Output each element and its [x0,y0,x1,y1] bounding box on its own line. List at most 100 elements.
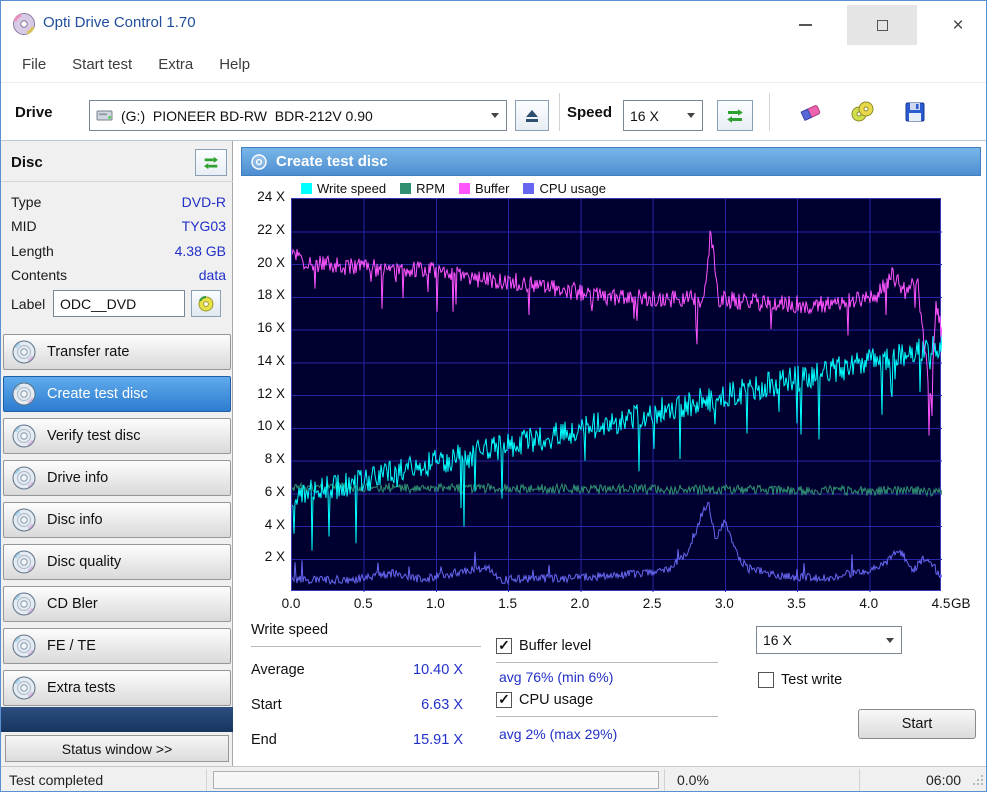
eject-icon [523,107,541,125]
y-tick-label: 12 X [233,386,285,401]
resize-grip-icon[interactable] [972,773,984,791]
sidebar-item-fe-te[interactable]: FE / TE [3,628,231,664]
status-window-button[interactable]: Status window >> [5,735,229,762]
refresh-button[interactable] [717,100,753,131]
discs-button[interactable] [841,92,885,132]
progress-bar [213,771,659,789]
sidebar-footer-band [1,707,233,732]
disc-quality-icon [11,549,37,575]
window-title: Opti Drive Control 1.70 [43,14,196,31]
cpu-stats: avg 2% (max 29%) [499,726,617,742]
y-tick-label: 22 X [233,222,285,237]
test-write-label: Test write [781,672,842,688]
disc-info-row: Length4.38 GB [1,243,233,261]
disc-info-row: MIDTYG03 [1,218,233,236]
menu-item-extra[interactable]: Extra [145,56,206,73]
toolbar: Drive (G:) PIONEER BD-RW BDR-212V 0.90 S… [1,83,986,141]
sidebar-item-drive-info[interactable]: Drive info [3,460,231,496]
label-disc-icon [197,295,215,313]
menubar: FileStart testExtraHelp [1,47,986,83]
disc-icon [250,153,268,171]
legend-label: RPM [416,181,445,196]
extra-tests-icon [11,675,37,701]
write-speed-select[interactable]: 16 X [756,626,902,654]
cpu-usage-checkbox[interactable]: ✓ CPU usage [496,692,593,708]
status-text: Test completed [9,772,103,788]
sidebar-item-label: CD Bler [47,596,98,612]
sidebar-item-label: Create test disc [47,386,148,402]
buffer-stats: avg 76% (min 6%) [499,669,613,685]
drive-label: Drive [15,104,53,121]
x-tick-label: 0.0 [271,596,311,611]
chart-legend: Write speedRPMBufferCPU usage [301,181,606,196]
sidebar-item-create-test-disc[interactable]: Create test disc [3,376,231,412]
status-window-label: Status window >> [62,741,173,757]
sidebar-item-verify-test-disc[interactable]: Verify test disc [3,418,231,454]
speed-select[interactable]: 16 X [623,100,703,131]
y-tick-label: 6 X [233,484,285,499]
toolbar-separator [769,93,770,131]
menu-item-help[interactable]: Help [206,56,263,73]
start-button[interactable]: Start [858,709,976,739]
y-tick-label: 8 X [233,451,285,466]
maximize-icon [877,20,888,31]
y-tick-label: 10 X [233,418,285,433]
menu-item-start-test[interactable]: Start test [59,56,145,73]
main-panel: Create test disc Write speedRPMBufferCPU… [233,141,987,766]
cd-bler-icon [11,591,37,617]
drive-select-value: (G:) PIONEER BD-RW BDR-212V 0.90 [115,108,484,124]
sidebar-item-disc-info[interactable]: Disc info [3,502,231,538]
x-tick-label: 0.5 [343,596,383,611]
result-value-end: 15.91 X [353,732,463,748]
result-label-start: Start [251,697,282,713]
maximize-button[interactable] [847,5,917,45]
drive-select[interactable]: (G:) PIONEER BD-RW BDR-212V 0.90 [89,100,507,131]
buffer-level-checkbox[interactable]: ✓ Buffer level [496,638,591,654]
sidebar-item-cd-bler[interactable]: CD Bler [3,586,231,622]
label-disc-button[interactable] [191,290,221,317]
label-field-label: Label [11,296,45,312]
legend-label: CPU usage [539,181,605,196]
close-button[interactable]: × [929,5,987,45]
discs-icon [850,99,876,125]
erase-disc-button[interactable] [789,92,833,132]
disc-refresh-button[interactable] [195,149,227,176]
close-icon: × [952,16,963,35]
y-tick-label: 24 X [233,189,285,204]
write-speed-select-value: 16 X [757,632,879,648]
label-input[interactable] [53,290,185,317]
checkbox-box[interactable]: ✓ [496,638,512,654]
sidebar-item-transfer-rate[interactable]: Transfer rate [3,334,231,370]
divider [206,769,207,792]
y-tick-label: 18 X [233,287,285,302]
y-tick-label: 4 X [233,517,285,532]
minimize-button[interactable] [779,5,831,45]
write-speed-section-title: Write speed [251,622,328,638]
speed-label: Speed [567,104,612,121]
cpu-usage-label: CPU usage [519,692,593,708]
info-label: Type [11,194,41,210]
sidebar-item-label: Verify test disc [47,428,140,444]
checkbox-box[interactable] [758,672,774,688]
divider [1,181,233,182]
transfer-rate-icon [11,339,37,365]
disc-info-row: Contentsdata [1,267,233,285]
create-test-disc-icon [11,381,37,407]
speed-select-value: 16 X [624,108,680,124]
buffer-level-label: Buffer level [519,638,591,654]
sidebar-item-disc-quality[interactable]: Disc quality [3,544,231,580]
menu-item-file[interactable]: File [9,56,59,73]
main-header: Create test disc [241,147,981,176]
checkbox-box[interactable]: ✓ [496,692,512,708]
toolbar-separator [559,93,560,131]
fe-te-icon [11,633,37,659]
save-button[interactable] [893,92,937,132]
start-button-label: Start [902,716,933,732]
test-write-checkbox[interactable]: Test write [758,672,842,688]
result-label-end: End [251,732,277,748]
divider [496,662,718,663]
sidebar-item-extra-tests[interactable]: Extra tests [3,670,231,706]
series-write-speed [292,335,942,550]
eject-button[interactable] [515,100,549,131]
sidebar-item-label: Disc quality [47,554,121,570]
